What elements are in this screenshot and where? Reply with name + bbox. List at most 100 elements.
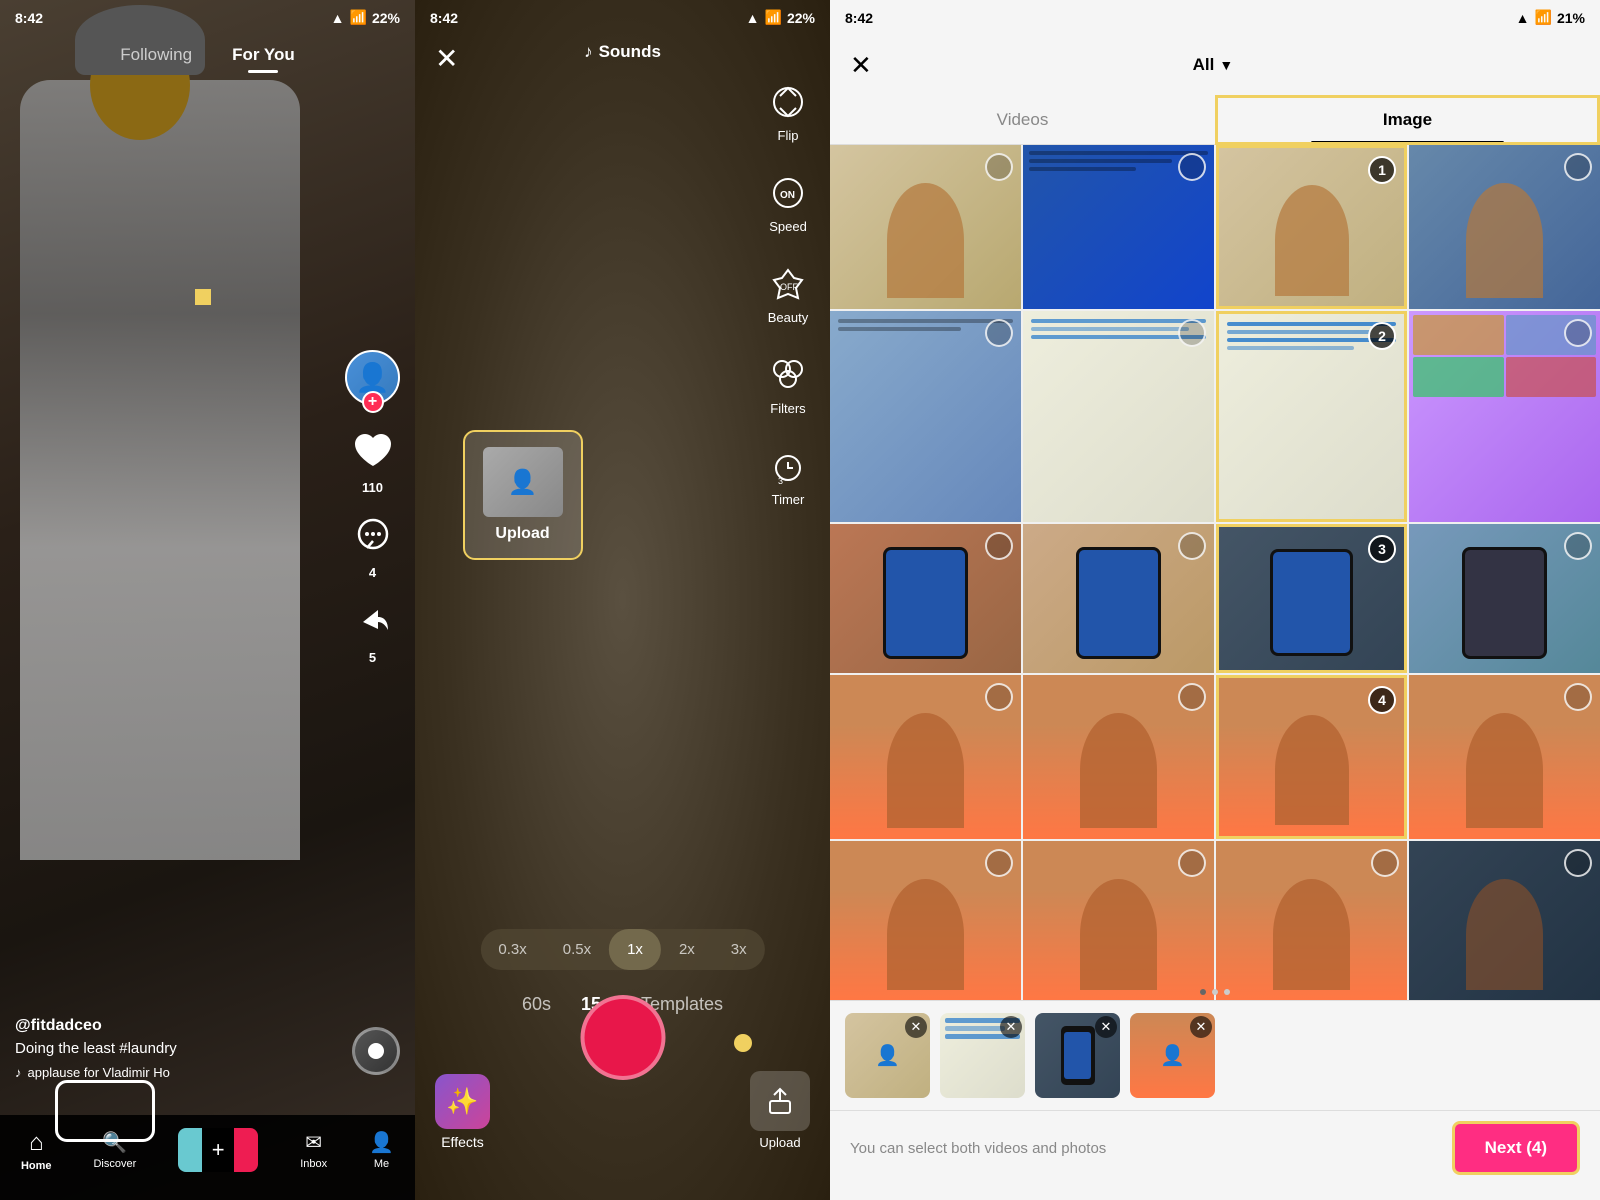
gallery-grid: 1 (830, 145, 1600, 1000)
gallery-filter-dropdown[interactable]: All ▼ (1193, 55, 1234, 75)
bottom-upload-button[interactable]: Upload (750, 1071, 810, 1150)
beauty-control[interactable]: OFF Beauty (766, 262, 810, 325)
battery-level: 22% (372, 10, 400, 26)
select-circle (1564, 319, 1592, 347)
follow-button[interactable]: + (362, 391, 384, 413)
selected-thumb-1[interactable]: 👤 ✕ (845, 1013, 930, 1098)
username: @fitdadceo (15, 1017, 335, 1035)
gallery-item[interactable] (830, 311, 1021, 522)
svg-text:ON: ON (780, 190, 795, 201)
gallery-item[interactable] (1023, 524, 1214, 673)
upload-arrow-icon (762, 1083, 798, 1119)
filters-control[interactable]: Filters (766, 353, 810, 416)
me-icon: 👤 (369, 1130, 394, 1155)
upload-box[interactable]: 👤 Upload (463, 430, 583, 560)
gallery-item[interactable] (1023, 675, 1214, 839)
speed-0.5x[interactable]: 0.5x (545, 929, 609, 970)
cell-content (1076, 547, 1162, 659)
feed-info: @fitdadceo Doing the least #laundry ♪ ap… (15, 1017, 335, 1080)
create-button-highlight (55, 1080, 155, 1142)
effects-button[interactable]: ✨ Effects (435, 1074, 490, 1150)
status-bar: 8:42 ▲ 📶 22% (0, 0, 415, 35)
speed-2x[interactable]: 2x (661, 929, 713, 970)
duration-60s[interactable]: 60s (522, 994, 551, 1015)
select-circle (1178, 532, 1206, 560)
gallery-item-selected-3[interactable]: 3 (1216, 524, 1407, 673)
thumb-remove-3[interactable]: ✕ (1095, 1016, 1117, 1038)
creator-avatar[interactable]: 👤 + (345, 350, 400, 405)
create-button[interactable]: + (178, 1128, 258, 1172)
camera-close-button[interactable]: ✕ (435, 42, 458, 75)
gallery-item[interactable] (1409, 311, 1600, 522)
gallery-item[interactable] (830, 524, 1021, 673)
svg-text:3: 3 (778, 476, 783, 484)
tab-videos[interactable]: Videos (830, 95, 1215, 144)
thumb-remove-1[interactable]: ✕ (905, 1016, 927, 1038)
camera-wifi-icon: ▲ (746, 10, 760, 26)
camera-status-icons: ▲ 📶 22% (746, 9, 815, 26)
gallery-item[interactable] (1409, 675, 1600, 839)
like-button[interactable]: 110 (349, 428, 397, 495)
gallery-item[interactable] (1409, 841, 1600, 1000)
gallery-item[interactable] (830, 841, 1021, 1000)
feed-panel: 8:42 ▲ 📶 22% Following For You 👤 + 110 (0, 0, 415, 1200)
select-circle (1371, 849, 1399, 877)
gallery-time: 8:42 (845, 10, 873, 26)
gallery-item[interactable] (830, 675, 1021, 839)
gallery-item[interactable] (1023, 841, 1214, 1000)
cell-content (1275, 715, 1349, 826)
select-circle (985, 319, 1013, 347)
scroll-dot-3 (1224, 989, 1230, 995)
cell-content (1275, 185, 1349, 296)
gallery-item[interactable] (1023, 145, 1214, 309)
gallery-hint: You can select both videos and photos (850, 1140, 1106, 1157)
nav-following[interactable]: Following (120, 40, 192, 70)
gallery-item-selected-1[interactable]: 1 (1216, 145, 1407, 309)
nav-inbox[interactable]: ✉ Inbox (300, 1130, 327, 1170)
speed-1x[interactable]: 1x (609, 929, 661, 970)
comment-button[interactable]: 4 (349, 513, 397, 580)
gallery-item[interactable] (1409, 145, 1600, 309)
nav-me[interactable]: 👤 Me (369, 1130, 394, 1170)
gallery-item[interactable] (1409, 524, 1600, 673)
gallery-status-icons: ▲ 📶 21% (1516, 9, 1585, 26)
gallery-item-selected-2[interactable]: 2 (1216, 311, 1407, 522)
next-button[interactable]: Next (4) (1452, 1121, 1580, 1175)
svg-text:OFF: OFF (780, 282, 798, 292)
selected-thumb-2[interactable]: ✕ (940, 1013, 1025, 1098)
nav-for-you[interactable]: For You (232, 40, 295, 70)
gallery-item[interactable] (1216, 841, 1407, 1000)
speed-control[interactable]: ON Speed (766, 171, 810, 234)
comment-count: 4 (369, 565, 376, 580)
feed-navigation: Following For You (0, 40, 415, 75)
selected-items-bar: 👤 ✕ ✕ ✕ 👤 ✕ (830, 1000, 1600, 1110)
gallery-status-bar: 8:42 ▲ 📶 21% (830, 0, 1600, 35)
thumb-remove-4[interactable]: ✕ (1190, 1016, 1212, 1038)
share-button[interactable]: 5 (349, 598, 397, 665)
flip-control[interactable]: Flip (766, 80, 810, 143)
annotation-dot-1 (195, 289, 211, 305)
nav-home[interactable]: ⌂ Home (21, 1129, 52, 1172)
cell-content (1080, 713, 1156, 828)
sound-label: ♪ applause for Vladimir Ho (15, 1065, 335, 1080)
share-count: 5 (369, 650, 376, 665)
record-button[interactable] (580, 995, 665, 1080)
gallery-item-selected-4[interactable]: 4 (1216, 675, 1407, 839)
cell-content (887, 183, 963, 298)
timer-control[interactable]: 3 Timer (766, 444, 810, 507)
like-count: 110 (362, 480, 383, 495)
cell-content (887, 879, 963, 990)
speed-0.3x[interactable]: 0.3x (480, 929, 544, 970)
selected-thumb-4[interactable]: 👤 ✕ (1130, 1013, 1215, 1098)
music-icon: ♪ (15, 1065, 22, 1080)
sounds-button[interactable]: ♪ Sounds (584, 42, 661, 62)
camera-right-controls: Flip ON Speed OFF Beauty Filters 3 Timer (766, 80, 810, 507)
scroll-dot-2 (1212, 989, 1218, 995)
selected-thumb-3[interactable]: ✕ (1035, 1013, 1120, 1098)
gallery-item[interactable] (830, 145, 1021, 309)
gallery-item[interactable] (1023, 311, 1214, 522)
select-circle (1178, 153, 1206, 181)
speed-3x[interactable]: 3x (713, 929, 765, 970)
thumb-remove-2[interactable]: ✕ (1000, 1016, 1022, 1038)
gallery-close-button[interactable]: ✕ (850, 50, 872, 81)
